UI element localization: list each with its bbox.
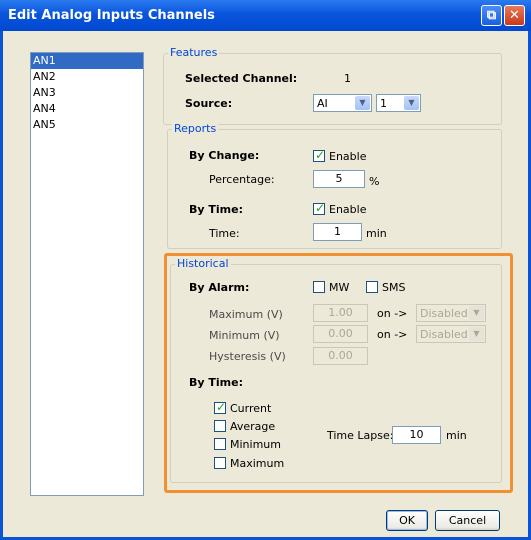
- close-button[interactable]: ✕: [504, 5, 525, 26]
- time-unit: min: [366, 227, 387, 240]
- maximize-button[interactable]: ⧉: [481, 5, 502, 26]
- percentage-input[interactable]: 5: [313, 170, 365, 188]
- by-time-enable-label: Enable: [329, 203, 367, 216]
- time-label: Time:: [209, 227, 240, 240]
- selected-channel-value: 1: [344, 72, 351, 85]
- channel-list-item[interactable]: AN3: [31, 85, 143, 101]
- close-icon: ✕: [509, 8, 520, 23]
- chevron-down-icon[interactable]: ▼: [355, 96, 370, 110]
- features-legend: Features: [168, 46, 220, 59]
- source-label: Source:: [185, 97, 233, 110]
- channel-list[interactable]: AN1 AN2 AN3 AN4 AN5: [30, 52, 144, 496]
- window-title: Edit Analog Inputs Channels: [8, 8, 215, 23]
- checkmark-icon: ✓: [315, 148, 326, 162]
- time-input[interactable]: 1: [313, 223, 362, 241]
- reports-legend: Reports: [172, 122, 219, 135]
- percentage-unit: %: [369, 175, 380, 188]
- by-change-enable-checkbox[interactable]: ✓: [313, 148, 326, 162]
- source-number-select[interactable]: 1 ▼: [376, 94, 421, 112]
- maximize-icon: ⧉: [486, 8, 497, 23]
- historical-highlight-frame: [164, 253, 513, 493]
- reports-by-time-label: By Time:: [189, 203, 243, 216]
- checkmark-icon: ✓: [315, 201, 326, 215]
- source-type-select[interactable]: AI ▼: [313, 94, 372, 112]
- features-group: Features: [163, 46, 502, 125]
- source-type-value: AI: [317, 97, 328, 110]
- channel-list-item[interactable]: AN2: [31, 69, 143, 85]
- by-change-enable-label: Enable: [329, 150, 367, 163]
- channel-list-item[interactable]: AN1: [31, 53, 143, 69]
- title-bar[interactable]: Edit Analog Inputs Channels ⧉ ✕: [0, 0, 531, 31]
- cancel-button[interactable]: Cancel: [435, 510, 500, 531]
- by-change-label: By Change:: [189, 149, 260, 162]
- source-number-value: 1: [380, 97, 387, 110]
- dialog-window: Edit Analog Inputs Channels ⧉ ✕ AN1 AN2 …: [0, 0, 531, 540]
- percentage-label: Percentage:: [209, 173, 275, 186]
- channel-list-item[interactable]: AN5: [31, 117, 143, 133]
- ok-button[interactable]: OK: [386, 510, 428, 531]
- selected-channel-label: Selected Channel:: [185, 72, 298, 85]
- channel-list-item[interactable]: AN4: [31, 101, 143, 117]
- chevron-down-icon[interactable]: ▼: [404, 96, 419, 110]
- by-time-enable-checkbox[interactable]: ✓: [313, 201, 326, 215]
